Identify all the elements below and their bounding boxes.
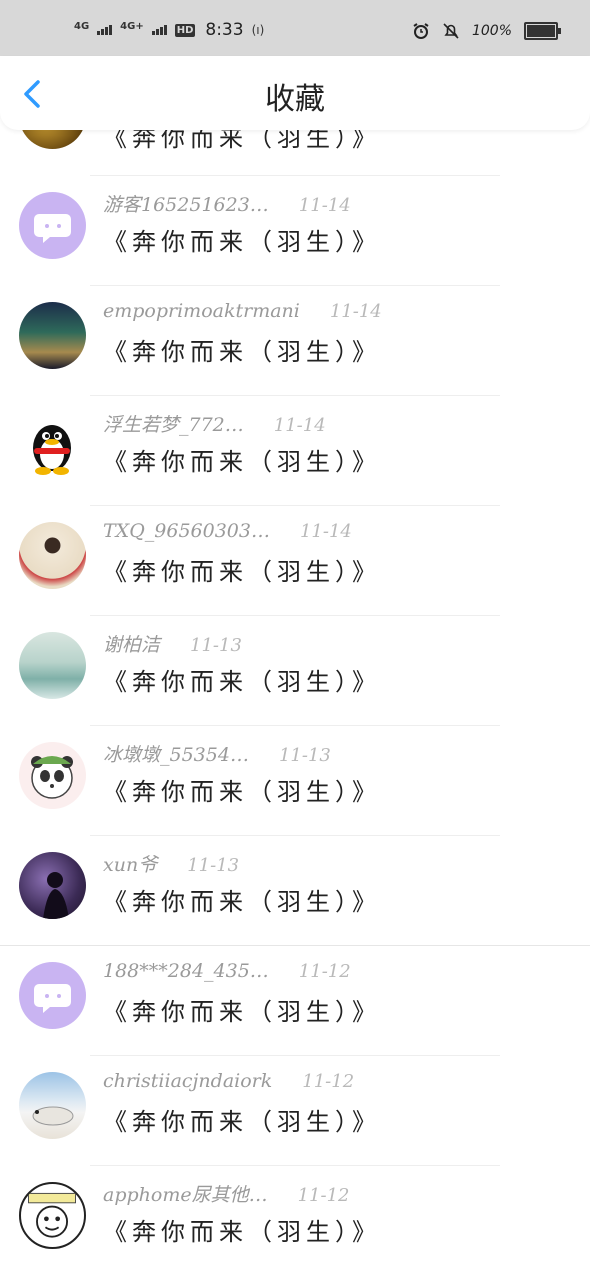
mute-bell-icon	[443, 23, 459, 39]
user-name: empoprimoaktrmani	[103, 300, 300, 322]
signal-icon-2	[151, 25, 167, 35]
item-content: 《奔你而来（羽生）》	[103, 668, 381, 696]
list-item[interactable]: apphome尿其他… 11-12 《奔你而来（羽生）》	[0, 1166, 590, 1276]
user-name: christiiacjndaiork	[103, 1070, 273, 1092]
item-date: 11-13	[278, 745, 331, 766]
network-type: 4G	[74, 20, 90, 32]
item-date: 11-12	[297, 1185, 350, 1206]
user-name: 浮生若梦_772…	[103, 414, 244, 436]
avatar	[19, 852, 86, 919]
clock: 8:33	[205, 20, 244, 40]
list-item[interactable]: 188***284_435… 11-12 《奔你而来（羽生）》	[0, 946, 590, 1056]
user-name: xun爷	[103, 854, 158, 876]
item-content: 《奔你而来（羽生）》	[103, 448, 381, 476]
penguin-icon	[33, 425, 71, 475]
chat-bubble-icon	[34, 984, 71, 1013]
item-content: 《奔你而来（羽生）》	[103, 1108, 381, 1136]
avatar	[19, 302, 86, 369]
user-name: TXQ_96560303…	[103, 520, 270, 542]
item-date: 11-12	[298, 961, 351, 982]
user-name: 188***284_435…	[103, 960, 269, 982]
list-item[interactable]: xun爷 11-13 《奔你而来（羽生）》	[0, 836, 590, 946]
avatar	[19, 632, 86, 699]
app-header: 收藏	[0, 56, 590, 130]
favorites-list: 《奔你而来（羽生）》 游客165251623… 11-14 《奔你而来（羽生）》…	[0, 0, 590, 1280]
user-name: 游客165251623…	[103, 194, 269, 216]
item-content: 《奔你而来（羽生）》	[103, 998, 381, 1026]
item-date: 11-14	[273, 415, 326, 436]
item-content: 《奔你而来（羽生）》	[103, 888, 381, 916]
alarm-icon	[413, 23, 429, 39]
list-item[interactable]: empoprimoaktrmani 11-14 《奔你而来（羽生）》	[0, 286, 590, 396]
battery-percent: 100%	[471, 23, 512, 39]
user-name: 冰墩墩_55354…	[103, 744, 249, 766]
wireless-icon: (ı)	[251, 23, 265, 37]
avatar	[19, 1182, 86, 1249]
avatar	[19, 742, 86, 809]
item-content: 《奔你而来（羽生）》	[103, 558, 381, 586]
list-item[interactable]: 浮生若梦_772… 11-14 《奔你而来（羽生）》	[0, 396, 590, 506]
avatar	[19, 192, 86, 259]
list-item[interactable]: 谢柏洁 11-13 《奔你而来（羽生）》	[0, 616, 590, 726]
signal-icon	[97, 25, 113, 35]
silhouette-icon	[43, 872, 69, 919]
avatar	[19, 522, 86, 589]
item-content: 《奔你而来（羽生）》	[103, 228, 381, 256]
avatar	[19, 412, 86, 479]
item-date: 11-12	[302, 1071, 355, 1092]
battery-icon	[524, 22, 561, 40]
user-name: apphome尿其他…	[103, 1184, 268, 1206]
item-date: 11-13	[190, 635, 242, 656]
chat-bubble-icon	[34, 214, 71, 243]
hd-badge: HD	[174, 23, 196, 37]
item-content: 《奔你而来（羽生）》	[103, 338, 381, 366]
status-bar: 4G 4G+ HD 8:33 (ı) 100%	[0, 0, 590, 62]
panda-icon	[31, 756, 73, 799]
user-name: 谢柏洁	[103, 634, 161, 656]
list-item[interactable]: 冰墩墩_55354… 11-13 《奔你而来（羽生）》	[0, 726, 590, 836]
item-date: 11-14	[299, 521, 352, 542]
cartoon-icon	[28, 1192, 77, 1238]
item-date: 11-14	[329, 301, 382, 322]
list-item[interactable]: christiiacjndaiork 11-12 《奔你而来（羽生）》	[0, 1056, 590, 1166]
item-date: 11-14	[298, 195, 351, 216]
page-title: 收藏	[265, 82, 325, 117]
list-item[interactable]: 游客165251623… 11-14 《奔你而来（羽生）》	[0, 176, 590, 286]
network-type-2: 4G+	[120, 20, 144, 32]
item-content: 《奔你而来（羽生）》	[103, 1218, 381, 1246]
avatar	[19, 1072, 86, 1139]
avatar	[19, 962, 86, 1029]
item-content: 《奔你而来（羽生）》	[103, 778, 381, 806]
list-item[interactable]: TXQ_96560303… 11-14 《奔你而来（羽生）》	[0, 506, 590, 616]
seal-icon	[32, 1106, 74, 1126]
item-date: 11-13	[187, 855, 240, 876]
